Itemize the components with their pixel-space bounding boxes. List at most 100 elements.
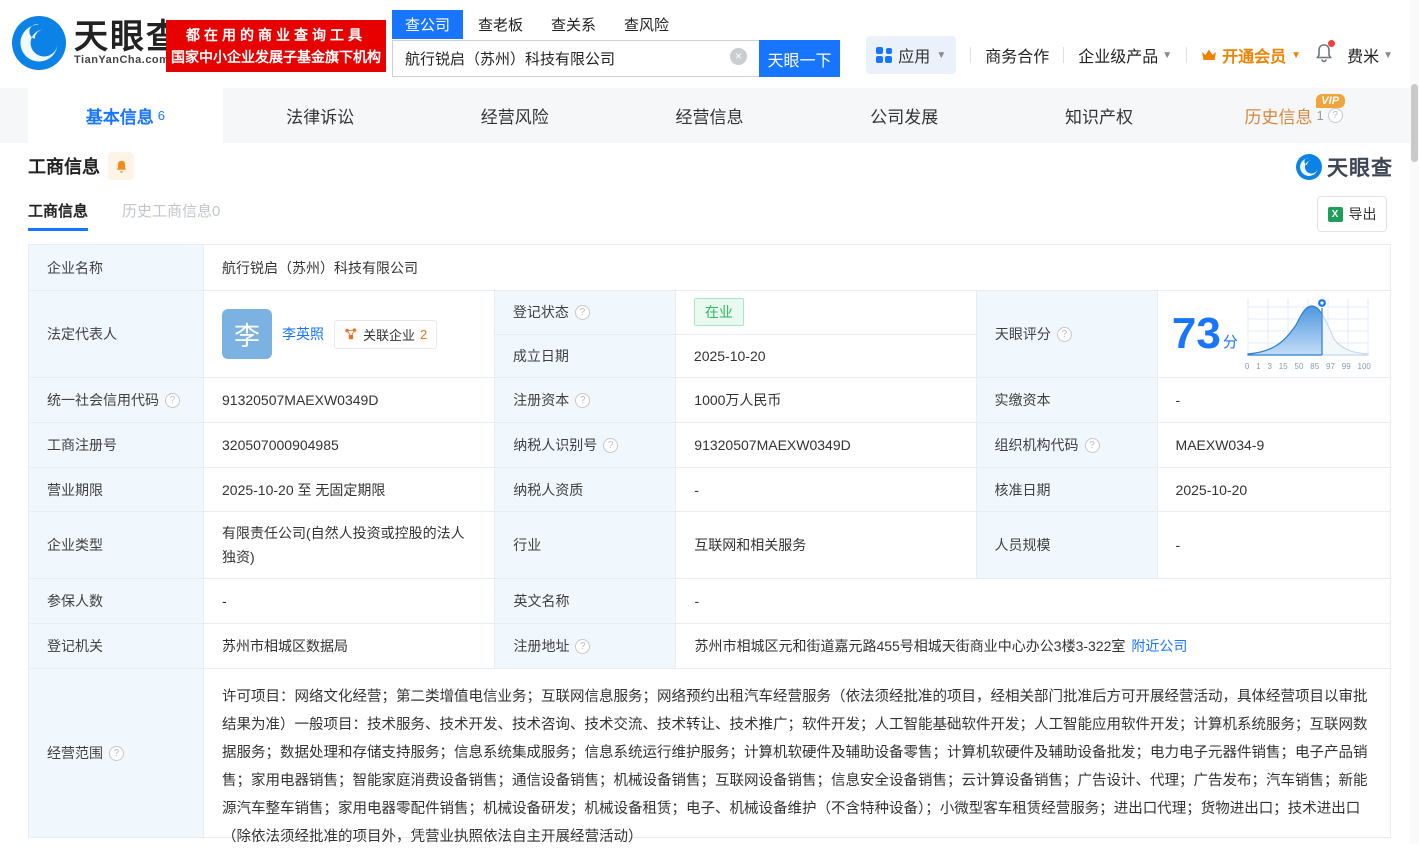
subtab-bar: 工商信息 历史工商信息0 <box>28 200 220 231</box>
tab-intellectual-property[interactable]: 知识产权 <box>1002 88 1197 143</box>
legal-rep-link[interactable]: 李英照 <box>282 324 324 344</box>
user-menu[interactable]: 费米 ▼ <box>1347 43 1393 67</box>
tab-label: 基本信息 <box>85 108 154 127</box>
related-companies-badge[interactable]: 关联企业 2 <box>334 319 438 349</box>
help-icon[interactable]: ? <box>1056 326 1072 342</box>
table-row: 经营范围 ? 许可项目：网络文化经营；第二类增值电信业务；互联网信息服务；网络预… <box>29 669 1390 845</box>
section-title: 工商信息 <box>28 157 100 177</box>
reg-authority-value: 苏州市相城区数据局 <box>204 624 496 668</box>
field-label: 行业 <box>495 512 677 578</box>
label-text: 工商注册号 <box>47 437 117 453</box>
export-label: 导出 <box>1348 206 1377 222</box>
vip-badge: VIP <box>1316 94 1346 108</box>
avatar[interactable]: 李 <box>222 309 272 359</box>
apps-grid-icon <box>876 47 893 63</box>
approval-date-value: 2025-10-20 <box>1175 481 1248 498</box>
status-badge[interactable]: 在业 <box>693 298 744 327</box>
help-icon[interactable]: ? <box>109 745 124 761</box>
notifications-bell-icon[interactable] <box>1315 39 1336 68</box>
tab-operation-info[interactable]: 经营信息 <box>612 88 807 143</box>
related-count: 2 <box>420 326 428 342</box>
label-text: 经营范围 <box>47 745 103 761</box>
nav-enterprise-products[interactable]: 企业级产品 ▼ <box>1078 43 1172 67</box>
business-term-value: 2025-10-20 至 无固定期限 <box>204 468 496 511</box>
reg-capital-value: 1000万人民币 <box>676 378 977 422</box>
vip-upgrade-button[interactable]: 开通会员 ▼ <box>1201 43 1301 67</box>
section-header: 工商信息 <box>28 152 134 180</box>
field-label: 纳税人资质 <box>495 468 677 511</box>
tianyan-score-cell[interactable]: 73 分 0 1 3 15 50 85 97 99 100 <box>1158 291 1390 377</box>
tab-label: 法律诉讼 <box>286 108 355 127</box>
subtab-history-business-info[interactable]: 历史工商信息0 <box>122 200 220 231</box>
chevron-down-icon: ▼ <box>1383 49 1393 61</box>
clear-search-icon[interactable]: × <box>730 48 747 65</box>
business-scope-value: 许可项目：网络文化经营；第二类增值电信业务；互联网信息服务；网络预约出租汽车经营… <box>222 689 1368 845</box>
help-icon[interactable]: ? <box>575 392 591 408</box>
value-text: 2025-10-20 <box>693 347 766 364</box>
tab-label: 经营信息 <box>675 108 744 127</box>
company-type-value: 有限责任公司(自然人投资或控股的法人独资) <box>204 512 496 578</box>
field-label: 组织机构代码 ? <box>976 423 1158 467</box>
field-label: 工商注册号 <box>29 423 204 467</box>
network-icon <box>345 328 357 340</box>
tianyancha-logo[interactable]: 天眼查 TianYanCha.com <box>12 16 182 70</box>
label-text: 登记机关 <box>47 638 103 654</box>
excel-icon: X <box>1327 206 1343 222</box>
tab-count: 1 <box>1316 108 1324 123</box>
help-icon[interactable]: ? <box>574 304 590 320</box>
table-row: 参保人数 - 英文名称 - <box>29 579 1390 624</box>
help-icon[interactable]: ? <box>1327 108 1343 123</box>
chevron-down-icon: ▼ <box>936 49 947 61</box>
label-text: 注册地址 <box>513 638 570 654</box>
tab-label: 历史信息 <box>1244 108 1313 127</box>
score-distribution-chart: 01 3 15 50 85 97 99 100 <box>1244 297 1372 371</box>
tab-legal-litigation[interactable]: 法律诉讼 <box>223 88 418 143</box>
staff-size-value: - <box>1175 537 1181 553</box>
field-label: 统一社会信用代码 ? <box>29 378 204 422</box>
label-text: 营业期限 <box>47 481 103 498</box>
tab-operation-risk[interactable]: 经营风险 <box>417 88 612 143</box>
subscribe-bell-icon[interactable] <box>108 152 134 180</box>
help-icon[interactable]: ? <box>1084 437 1100 453</box>
nearby-companies-link[interactable]: 附近公司 <box>1131 636 1187 656</box>
score-unit: 分 <box>1222 333 1238 351</box>
label-text: 行业 <box>513 537 542 553</box>
company-tab-strip: 基本信息 6 法律诉讼 经营风险 经营信息 公司发展 知识产权 VIP 历史信息… <box>0 88 1419 143</box>
status-date-stack: 登记状态 ? 在业 成立日期 2025-10-20 <box>494 291 977 377</box>
tab-count: 6 <box>157 108 165 123</box>
search-input[interactable] <box>392 40 759 77</box>
slogan-line2: 国家中小企业发展子基金旗下机构 <box>171 49 381 65</box>
label-text: 纳税人识别号 <box>513 437 598 453</box>
tab-label: 知识产权 <box>1064 108 1133 127</box>
related-label: 关联企业 <box>363 327 416 343</box>
score-axis-labels: 01 3 15 50 85 97 99 100 <box>1244 362 1371 371</box>
search-tab-boss[interactable]: 查老板 <box>465 10 536 39</box>
nav-business-coop[interactable]: 商务合作 <box>985 43 1049 67</box>
nav-divider <box>1186 47 1188 63</box>
subtab-business-info[interactable]: 工商信息 <box>28 200 89 231</box>
tab-company-development[interactable]: 公司发展 <box>807 88 1002 143</box>
field-label: 注册资本 ? <box>495 378 677 422</box>
export-button[interactable]: X 导出 <box>1317 196 1387 232</box>
search-tab-risk[interactable]: 查风险 <box>611 10 682 39</box>
table-row: 工商注册号 320507000904985 纳税人识别号 ? 91320507M… <box>29 423 1390 468</box>
legal-rep-cell: 李 李英照 关联企业 2 <box>204 291 495 377</box>
help-icon[interactable]: ? <box>165 392 180 408</box>
search-tab-company[interactable]: 查公司 <box>392 10 464 39</box>
scrollbar-thumb[interactable] <box>1411 84 1418 162</box>
table-row: 登记机关 苏州市相城区数据局 注册地址 ? 苏州市相城区元和街道嘉元路455号相… <box>29 624 1390 669</box>
field-label: 英文名称 <box>495 579 677 623</box>
tab-basic-info[interactable]: 基本信息 6 <box>28 88 223 143</box>
tab-history-info[interactable]: VIP 历史信息 1 ? <box>1196 88 1391 143</box>
help-icon[interactable]: ? <box>575 638 591 654</box>
help-icon[interactable]: ? <box>603 437 619 453</box>
search-tab-relation[interactable]: 查关系 <box>538 10 609 39</box>
search-area: 查公司 查老板 查关系 查风险 天眼一下 × <box>392 10 842 77</box>
search-button[interactable]: 天眼一下 <box>759 40 840 77</box>
value-text: 航行锐启（苏州）科技有限公司 <box>222 259 418 276</box>
table-row: 法定代表人 李 李英照 关联企业 2 登记状态 ? 在业 成立日期 2025-1… <box>29 291 1390 378</box>
table-row: 营业期限 2025-10-20 至 无固定期限 纳税人资质 - 核准日期 202… <box>29 468 1390 512</box>
scrollbar-track[interactable] <box>1410 0 1419 844</box>
nav-enterprise-label: 企业级产品 <box>1078 49 1159 66</box>
apps-menu[interactable]: 应用 ▼ <box>866 36 957 74</box>
